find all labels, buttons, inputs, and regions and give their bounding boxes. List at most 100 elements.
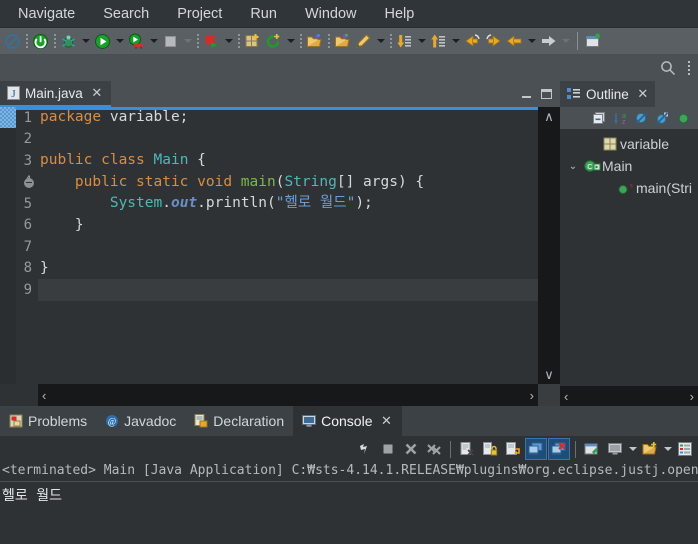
menu-item-project[interactable]: Project <box>163 2 236 26</box>
close-icon[interactable]: ✕ <box>381 413 393 429</box>
svg-text:s: s <box>630 182 633 190</box>
no-edit-icon[interactable] <box>2 31 23 52</box>
show-console-on-output-icon[interactable] <box>525 438 547 460</box>
clear-console-icon[interactable] <box>456 438 478 460</box>
external-tools-caret[interactable] <box>147 31 160 52</box>
scroll-left-icon[interactable]: ‹ <box>564 390 568 403</box>
open-console-caret[interactable] <box>662 438 673 460</box>
search-icon[interactable] <box>658 58 678 78</box>
open-folder-icon[interactable] <box>304 31 325 52</box>
tab-outline[interactable]: Outline ✕ <box>560 81 655 107</box>
import-dropdown-caret[interactable] <box>415 31 428 52</box>
scroll-right-icon[interactable]: › <box>690 390 694 403</box>
editor-horizontal-scrollbar[interactable]: ‹ › <box>38 384 538 406</box>
scroll-right-icon[interactable]: › <box>530 389 534 402</box>
console-output-text: 헬로 월드 <box>2 488 62 504</box>
scroll-up-icon[interactable]: ∧ <box>544 110 554 123</box>
tab-javadoc[interactable]: @ Javadoc <box>96 406 185 436</box>
stop-icon <box>377 438 399 460</box>
tab-row-spacer <box>111 81 521 107</box>
export-dropdown-caret[interactable] <box>449 31 462 52</box>
next-icon[interactable] <box>538 31 559 52</box>
outline-item-main[interactable]: ⌄ C Main <box>560 155 698 177</box>
outline-tree[interactable]: variable ⌄ C Main s main(Stri ‹ › <box>560 129 698 406</box>
tab-problems[interactable]: Problems <box>0 406 96 436</box>
pin-console-icon[interactable] <box>581 438 603 460</box>
forward-icon[interactable] <box>483 31 504 52</box>
power-run-icon[interactable] <box>30 31 51 52</box>
tab-main-java[interactable]: J Main.java ✕ <box>0 81 111 107</box>
collapse-all-icon[interactable] <box>590 109 608 127</box>
back-dropdown-caret[interactable] <box>525 31 538 52</box>
code-line[interactable]: 6 } <box>0 215 538 237</box>
menu-item-help[interactable]: Help <box>371 2 429 26</box>
menu-item-search[interactable]: Search <box>89 2 163 26</box>
fold-collapse-icon[interactable] <box>24 177 34 188</box>
outline-horizontal-scrollbar[interactable]: ‹ › <box>560 386 698 406</box>
code-line[interactable]: 9 <box>0 279 538 301</box>
tab-declaration[interactable]: Declaration <box>185 406 293 436</box>
code-text: public static void main(String[] args) { <box>74 173 425 190</box>
run-external-tools-icon[interactable] <box>126 31 147 52</box>
code-line[interactable]: 1 package variable; <box>0 107 538 129</box>
debug-bug-icon[interactable] <box>58 31 79 52</box>
run-dropdown-caret[interactable] <box>113 31 126 52</box>
code-line[interactable]: 8} <box>0 258 538 280</box>
menu-item-navigate[interactable]: Navigate <box>4 2 89 26</box>
scroll-down-icon[interactable]: ∨ <box>544 368 554 381</box>
show-console-on-error-icon[interactable] <box>548 438 570 460</box>
svg-text:z: z <box>622 119 626 126</box>
import-icon[interactable] <box>394 31 415 52</box>
code-text: public class Main { <box>40 152 206 168</box>
twisty-icon[interactable]: ⌄ <box>564 161 582 172</box>
code-line[interactable]: 7 <box>0 236 538 258</box>
gutter-corner <box>0 384 38 406</box>
console-output-area[interactable]: <terminated> Main [Java Application] C:₩… <box>0 462 698 544</box>
back-icon[interactable] <box>504 31 525 52</box>
minimize-icon[interactable] <box>521 90 532 99</box>
view-menu-icon[interactable] <box>674 438 696 460</box>
new-boot-project-icon[interactable] <box>242 31 263 52</box>
toolbar-divider <box>577 32 578 50</box>
pencil-dropdown-caret[interactable] <box>374 31 387 52</box>
pencil-icon[interactable] <box>353 31 374 52</box>
display-selected-console-icon[interactable] <box>604 438 626 460</box>
search-strip <box>0 55 698 81</box>
outline-item-mainstri[interactable]: s main(Stri <box>560 177 698 199</box>
maximize-icon[interactable] <box>541 89 552 99</box>
outline-item-variable[interactable]: variable <box>560 133 698 155</box>
relaunch-dropdown-caret[interactable] <box>222 31 235 52</box>
menu-item-window[interactable]: Window <box>291 2 371 26</box>
vertical-dots-icon[interactable] <box>684 59 694 77</box>
refresh-dropdown-caret[interactable] <box>284 31 297 52</box>
open-type-icon[interactable] <box>332 31 353 52</box>
editor-vertical-scrollbar[interactable]: ∧ ∨ <box>538 107 560 384</box>
word-wrap-icon[interactable] <box>502 438 524 460</box>
open-console-icon[interactable] <box>639 438 661 460</box>
hide-fields-icon[interactable] <box>632 109 650 127</box>
scroll-lock-icon[interactable] <box>479 438 501 460</box>
back-forward-icon[interactable] <box>462 31 483 52</box>
code-line[interactable]: 2 <box>0 129 538 151</box>
hide-static-icon[interactable] <box>653 109 671 127</box>
menu-item-run[interactable]: Run <box>236 2 291 26</box>
terminate-relaunch-icon[interactable] <box>201 31 222 52</box>
code-line[interactable]: 4 public static void main(String[] args)… <box>0 172 538 194</box>
refresh-icon[interactable] <box>263 31 284 52</box>
close-icon[interactable]: ✕ <box>91 85 103 101</box>
close-icon[interactable]: ✕ <box>637 86 649 102</box>
code-line[interactable]: 5 System.out.println("헬로 월드"); <box>0 193 538 215</box>
new-window-icon[interactable] <box>583 31 604 52</box>
debug-dropdown-caret[interactable] <box>79 31 92 52</box>
export-icon[interactable] <box>428 31 449 52</box>
code-line[interactable]: 3 public class Main { <box>0 150 538 172</box>
code-editor[interactable]: 1 package variable; 2 3 public class Main {4… <box>0 107 560 406</box>
tab-console[interactable]: Console ✕ <box>293 406 402 436</box>
display-console-caret[interactable] <box>627 438 638 460</box>
scroll-left-icon[interactable]: ‹ <box>42 389 46 402</box>
terminate-all-icon[interactable] <box>354 438 376 460</box>
outline-item-label: variable <box>620 136 670 152</box>
hide-non-public-icon[interactable] <box>674 109 692 127</box>
run-icon[interactable] <box>92 31 113 52</box>
sort-alphabetically-icon[interactable]: az <box>611 109 629 127</box>
